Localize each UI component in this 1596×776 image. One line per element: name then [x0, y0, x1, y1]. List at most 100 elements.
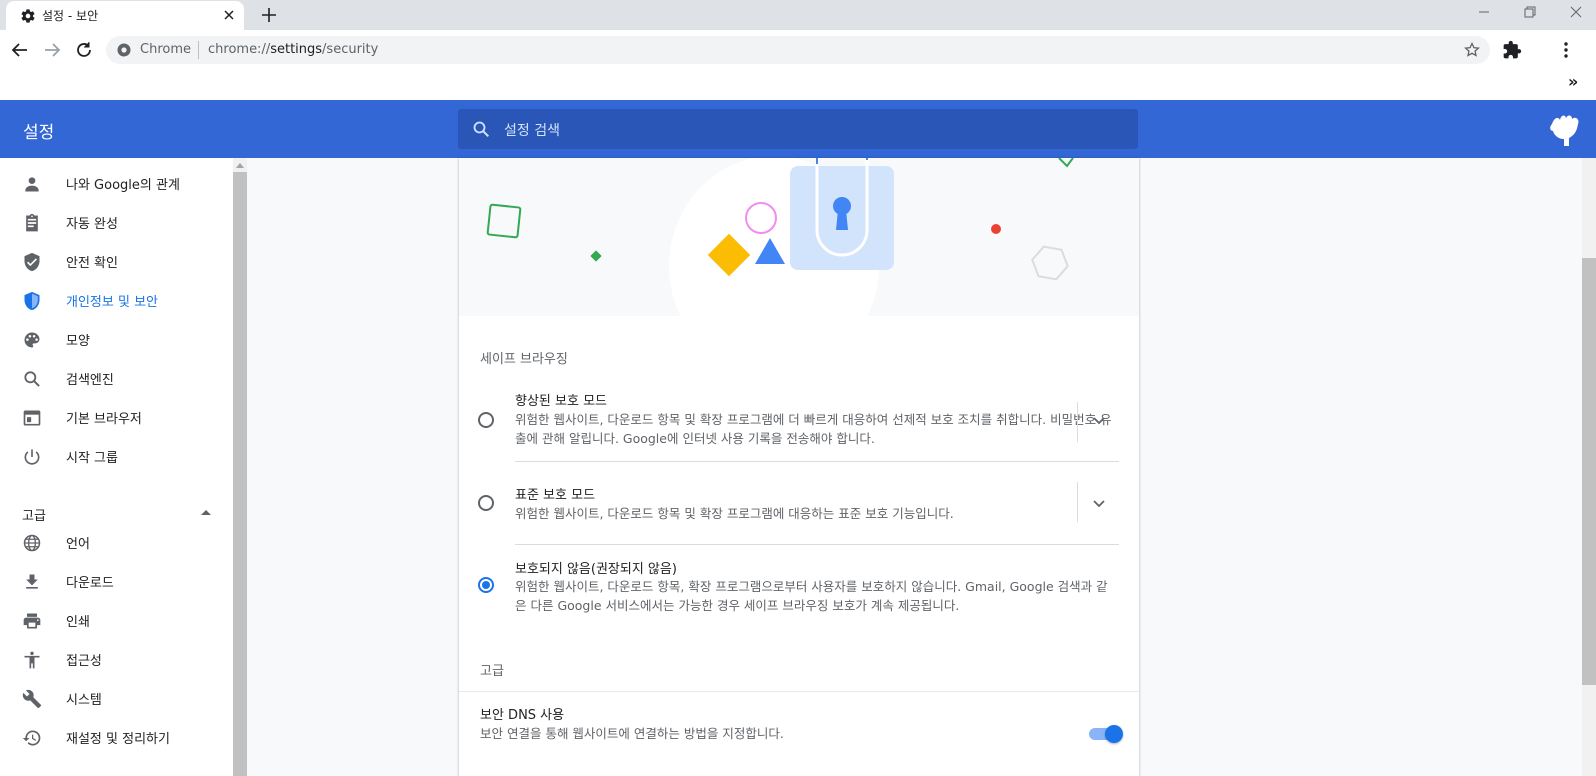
address-bar[interactable]: Chrome chrome://settings/security — [106, 36, 1490, 64]
security-illustration — [459, 158, 1139, 316]
forward-icon[interactable] — [42, 40, 62, 60]
restore-window-icon[interactable] — [1522, 4, 1538, 20]
sidebar-item-label: 자동 완성 — [66, 217, 118, 232]
browser-icon — [23, 410, 41, 426]
expand-chevron-icon[interactable] — [1091, 495, 1107, 511]
option-description: 위험한 웹사이트, 다운로드 항목 및 확장 프로그램에 더 빠르게 대응하여 … — [515, 412, 1112, 446]
sidebar-item-label: 재설정 및 정리하기 — [66, 732, 170, 747]
avatar[interactable] — [1546, 112, 1586, 156]
security-card: 세이프 브라우징 향상된 보호 모드 위험한 웹사이트, 다운로드 항목 및 확… — [459, 158, 1139, 776]
clipboard-icon — [26, 213, 38, 232]
sidebar-item-label: 나와 Google의 관계 — [66, 178, 180, 193]
sidebar-item-default-browser[interactable]: 기본 브라우저 — [0, 398, 233, 436]
globe-icon — [23, 534, 41, 552]
sidebar-item-languages[interactable]: 언어 — [0, 523, 233, 561]
minimize-icon[interactable] — [1476, 4, 1492, 20]
sidebar-item-reset[interactable]: 재설정 및 정리하기 — [0, 718, 233, 756]
sidebar-advanced-toggle[interactable]: 고급 — [22, 505, 46, 524]
power-icon — [24, 449, 40, 465]
sidebar-item-label: 언어 — [66, 537, 90, 552]
search-icon — [473, 121, 490, 138]
sidebar-item-label: 개인정보 및 보안 — [66, 295, 158, 310]
search-input[interactable]: 설정 검색 — [504, 120, 560, 140]
settings-main: 세이프 브라우징 향상된 보호 모드 위험한 웹사이트, 다운로드 항목 및 확… — [247, 158, 1582, 776]
tab-settings-security[interactable]: 설정 - 보안 — [6, 1, 244, 30]
bookmarks-bar: » — [0, 70, 1596, 100]
browser-toolbar: Chrome chrome://settings/security — [0, 30, 1596, 70]
gear-icon — [21, 9, 35, 23]
advanced-section-title: 고급 — [480, 664, 504, 679]
sidebar-item-label: 안전 확인 — [66, 256, 118, 271]
scroll-up-arrow-icon[interactable] — [236, 162, 244, 168]
expand-chevron-icon[interactable] — [1091, 412, 1107, 428]
sidebar-item-label: 모양 — [66, 334, 90, 349]
tab-title: 설정 - 보안 — [42, 9, 99, 23]
sidebar-item-appearance[interactable]: 모양 — [0, 320, 233, 358]
option-label: 보호되지 않음(권장되지 않음) — [515, 562, 677, 577]
radio-enhanced[interactable] — [478, 412, 494, 428]
bookmarks-overflow-button[interactable]: » — [1568, 72, 1578, 91]
sidebar-item-accessibility[interactable]: 접근성 — [0, 640, 233, 678]
settings-sidebar: 나와 Google의 관계 자동 완성 안전 확인 개인정보 및 보안 모양 검… — [0, 158, 233, 776]
printer-icon — [23, 613, 41, 629]
sidebar-item-safety-check[interactable]: 안전 확인 — [0, 242, 233, 280]
sidebar-item-label: 접근성 — [66, 654, 102, 669]
accessibility-icon — [24, 651, 40, 669]
main-scrollbar-thumb[interactable] — [1582, 258, 1596, 685]
sidebar-item-system[interactable]: 시스템 — [0, 679, 233, 717]
sidebar-item-label: 인쇄 — [66, 615, 90, 630]
safe-browsing-title: 세이프 브라우징 — [480, 352, 568, 367]
main-scrollbar[interactable] — [1582, 158, 1596, 776]
sidebar-item-on-startup[interactable]: 시작 그룹 — [0, 437, 233, 475]
more-menu-icon[interactable] — [1556, 40, 1576, 60]
tab-strip: 설정 - 보안 — [0, 0, 1596, 30]
sidebar-item-autofill[interactable]: 자동 완성 — [0, 203, 233, 241]
settings-header: 설정 설정 검색 — [0, 100, 1596, 158]
option-label: 표준 보호 모드 — [515, 488, 596, 503]
scheme-divider — [198, 41, 199, 59]
option-description: 위험한 웹사이트, 다운로드 항목 및 확장 프로그램에 대응하는 표준 보호 … — [515, 506, 954, 521]
secure-dns-toggle[interactable] — [1089, 725, 1123, 743]
option-separator — [515, 544, 1119, 545]
security-illustration-graphic — [486, 158, 1074, 316]
search-icon — [24, 371, 40, 387]
sidebar-item-label: 다운로드 — [66, 576, 114, 591]
settings-search-box[interactable]: 설정 검색 — [458, 109, 1138, 149]
palette-icon — [24, 332, 40, 348]
option-label: 향상된 보호 모드 — [515, 394, 607, 409]
sidebar-scrollbar-thumb[interactable] — [233, 172, 247, 776]
shield-icon — [24, 291, 40, 311]
chrome-page-icon[interactable] — [116, 42, 132, 58]
radio-standard[interactable] — [478, 495, 494, 511]
sidebar-item-search-engine[interactable]: 검색엔진 — [0, 359, 233, 397]
close-icon[interactable] — [222, 8, 236, 22]
sidebar-item-label: 시작 그룹 — [66, 451, 118, 466]
secure-dns-label: 보안 DNS 사용 — [480, 708, 565, 723]
bookmark-star-icon[interactable] — [1464, 42, 1480, 58]
sidebar-item-privacy-security[interactable]: 개인정보 및 보안 — [0, 281, 233, 319]
person-icon — [25, 177, 39, 192]
shield-check-icon — [24, 252, 40, 272]
sidebar-item-label: 검색엔진 — [66, 373, 114, 388]
sidebar-item-label: 시스템 — [66, 693, 102, 708]
back-icon[interactable] — [10, 40, 30, 60]
section-separator — [459, 691, 1139, 692]
option-separator — [515, 461, 1119, 462]
toggle-knob[interactable] — [1105, 725, 1123, 743]
new-tab-icon[interactable] — [260, 6, 278, 24]
sidebar-item-you-and-google[interactable]: 나와 Google의 관계 — [0, 164, 233, 202]
option-divider — [1077, 482, 1078, 522]
option-divider — [1077, 402, 1078, 442]
url-text[interactable]: chrome://settings/security — [208, 42, 378, 57]
collapse-arrow-icon[interactable] — [200, 508, 212, 516]
close-window-icon[interactable] — [1568, 4, 1584, 20]
radio-no-protection[interactable] — [478, 577, 494, 593]
scheme-label: Chrome — [140, 42, 191, 57]
reload-icon[interactable] — [74, 40, 94, 60]
extensions-puzzle-icon[interactable] — [1502, 40, 1522, 60]
sidebar-scrollbar[interactable] — [233, 158, 247, 776]
sidebar-item-printing[interactable]: 인쇄 — [0, 601, 233, 639]
sidebar-item-downloads[interactable]: 다운로드 — [0, 562, 233, 600]
download-icon — [26, 574, 38, 589]
option-description: 위험한 웹사이트, 다운로드 항목, 확장 프로그램으로부터 사용자를 보호하지… — [515, 579, 1108, 613]
